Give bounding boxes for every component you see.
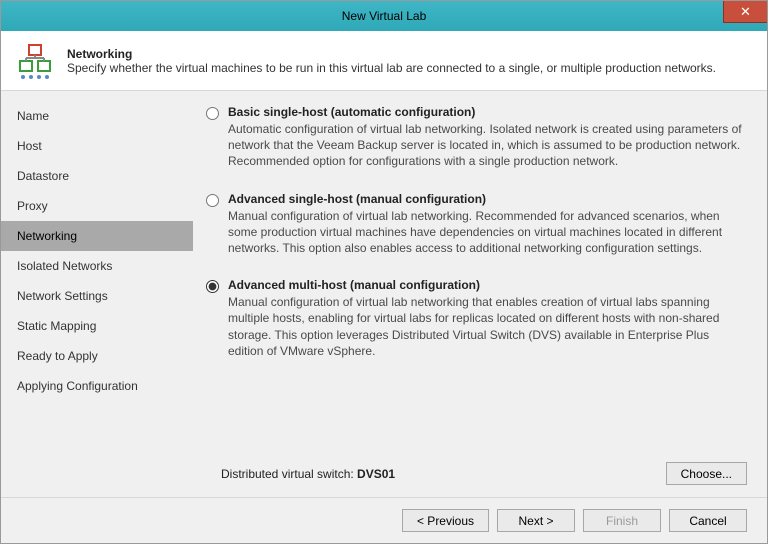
choose-button[interactable]: Choose... (666, 462, 747, 485)
option-radio-0[interactable] (206, 107, 219, 120)
dvs-label: Distributed virtual switch: DVS01 (221, 467, 395, 481)
option-2: Advanced multi-host (manual configuratio… (201, 278, 747, 359)
option-title-0: Basic single-host (automatic configurati… (228, 105, 747, 119)
sidebar-item-proxy[interactable]: Proxy (1, 191, 193, 221)
option-title-1: Advanced single-host (manual configurati… (228, 192, 747, 206)
wizard-body: NameHostDatastoreProxyNetworkingIsolated… (1, 91, 767, 497)
sidebar-item-networking[interactable]: Networking (1, 221, 193, 251)
header-title: Networking (67, 47, 716, 61)
sidebar-item-name[interactable]: Name (1, 101, 193, 131)
wizard-window: New Virtual Lab ✕ Networking Specify whe… (0, 0, 768, 544)
sidebar-item-network-settings[interactable]: Network Settings (1, 281, 193, 311)
close-icon: ✕ (740, 4, 751, 20)
option-1: Advanced single-host (manual configurati… (201, 192, 747, 257)
sidebar-item-isolated-networks[interactable]: Isolated Networks (1, 251, 193, 281)
sidebar-item-datastore[interactable]: Datastore (1, 161, 193, 191)
dvs-row: Distributed virtual switch: DVS01 Choose… (221, 462, 747, 485)
next-button[interactable]: Next > (497, 509, 575, 532)
dvs-label-text: Distributed virtual switch: (221, 467, 357, 481)
option-radio-1[interactable] (206, 194, 219, 207)
titlebar: New Virtual Lab ✕ (1, 1, 767, 31)
sidebar-item-host[interactable]: Host (1, 131, 193, 161)
network-icon (15, 41, 55, 81)
sidebar-item-ready-to-apply[interactable]: Ready to Apply (1, 341, 193, 371)
header-texts: Networking Specify whether the virtual m… (67, 47, 716, 75)
sidebar-item-applying-configuration[interactable]: Applying Configuration (1, 371, 193, 401)
wizard-footer: < Previous Next > Finish Cancel (1, 497, 767, 543)
close-button[interactable]: ✕ (723, 1, 767, 23)
option-0: Basic single-host (automatic configurati… (201, 105, 747, 170)
option-desc-1: Manual configuration of virtual lab netw… (228, 208, 747, 257)
option-title-2: Advanced multi-host (manual configuratio… (228, 278, 747, 292)
cancel-button[interactable]: Cancel (669, 509, 747, 532)
window-title: New Virtual Lab (342, 9, 427, 23)
finish-button[interactable]: Finish (583, 509, 661, 532)
sidebar-item-static-mapping[interactable]: Static Mapping (1, 311, 193, 341)
wizard-content: Basic single-host (automatic configurati… (193, 91, 767, 497)
dvs-value: DVS01 (357, 467, 395, 481)
option-desc-2: Manual configuration of virtual lab netw… (228, 294, 747, 359)
option-radio-2[interactable] (206, 280, 219, 293)
header-subtitle: Specify whether the virtual machines to … (67, 61, 716, 75)
wizard-sidebar: NameHostDatastoreProxyNetworkingIsolated… (1, 91, 193, 497)
wizard-header: Networking Specify whether the virtual m… (1, 31, 767, 91)
previous-button[interactable]: < Previous (402, 509, 489, 532)
option-desc-0: Automatic configuration of virtual lab n… (228, 121, 747, 170)
